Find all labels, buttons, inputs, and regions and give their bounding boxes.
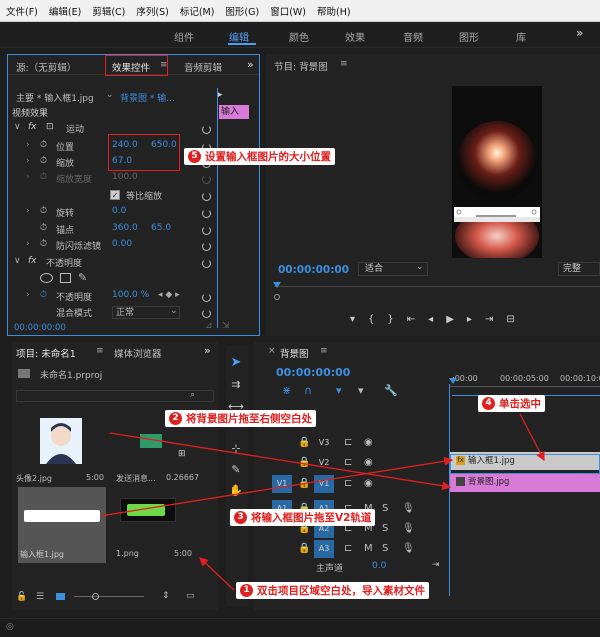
annotation-step-5: 5 设置输入框图片的大小位置	[184, 148, 335, 165]
step-badge: 3	[234, 511, 247, 524]
annotation-step-2: 2 将背景图片拖至右侧空白处	[165, 410, 316, 427]
step-badge: 2	[169, 412, 182, 425]
annotation-step-3: 3 将输入框图片拖至V2轨道	[230, 509, 376, 526]
status-icon: ◎	[6, 622, 14, 632]
step-badge: 5	[188, 150, 201, 163]
annotation-text: 单击选中	[499, 398, 541, 410]
annotation-text: 设置输入框图片的大小位置	[205, 151, 331, 163]
step-badge: 1	[240, 584, 253, 597]
annotation-step-1: 1 双击项目区域空白处，导入素材文件	[236, 582, 429, 599]
annotation-text: 将背景图片拖至右侧空白处	[186, 413, 312, 425]
annotation-text: 双击项目区域空白处，导入素材文件	[257, 585, 425, 597]
annotation-arrows	[99, 413, 545, 591]
annotation-text: 将输入框图片拖至V2轨道	[251, 512, 372, 524]
annotation-step-4: 4 单击选中	[478, 395, 545, 412]
status-bar: ◎	[0, 618, 600, 637]
step-badge: 4	[482, 397, 495, 410]
